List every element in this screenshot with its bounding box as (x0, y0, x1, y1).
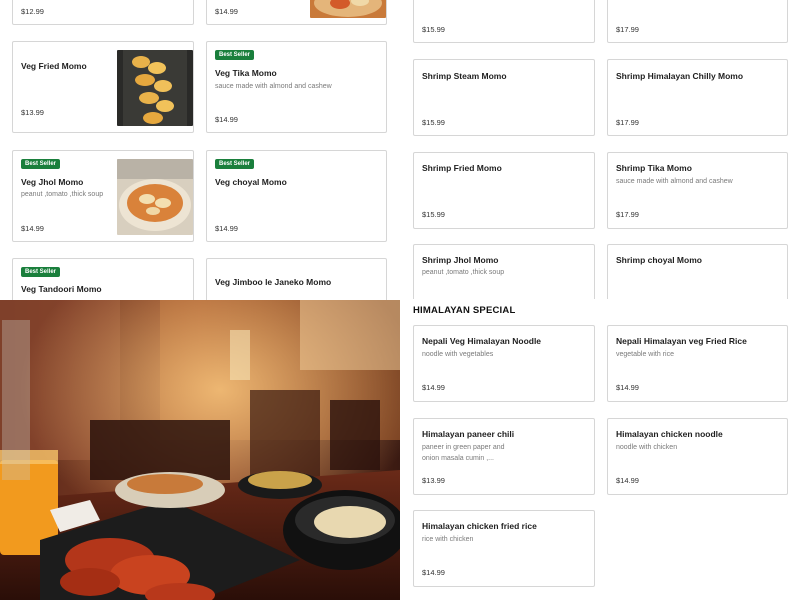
menu-card-nepali-himalayan-veg-fried-rice[interactable]: Nepali Himalayan veg Fried Rice vegetabl… (607, 325, 788, 402)
item-price: $14.99 (215, 115, 238, 124)
item-price: $13.99 (422, 476, 445, 485)
menu-card-top-left[interactable]: $12.99 (12, 0, 194, 25)
item-price: $13.99 (21, 108, 44, 117)
item-name: Veg Tandoori Momo (21, 284, 102, 294)
item-description: sauce made with almond and cashew (215, 83, 332, 90)
menu-card-himalayan-chicken-fried-rice[interactable]: Himalayan chicken fried rice rice with c… (413, 510, 595, 587)
item-name: Nepali Veg Himalayan Noodle (422, 336, 542, 346)
item-price: $14.99 (422, 568, 445, 577)
item-description: paneer in green paper and onion masala c… (422, 444, 505, 462)
item-description: rice with chicken (422, 536, 474, 543)
item-price: $15.99 (422, 25, 445, 34)
item-price: $15.99 (422, 118, 445, 127)
item-description: vegetable with rice (616, 351, 674, 358)
best-seller-badge: Best Seller (21, 159, 61, 169)
item-description: noodle with chicken (616, 444, 678, 451)
item-name: Shrimp Tika Momo (616, 163, 692, 173)
item-name: Veg choyal Momo (215, 177, 287, 187)
menu-card-himalayan-paneer-chili[interactable]: Himalayan paneer chili paneer in green p… (413, 418, 595, 495)
menu-card-shrimp-choyal-momo[interactable]: Shrimp choyal Momo (607, 244, 788, 304)
jhol-momo-photo (117, 159, 193, 235)
item-name: Shrimp Jhol Momo (422, 255, 499, 265)
restaurant-dining-photo (0, 300, 400, 600)
food-photo (310, 0, 386, 18)
item-name: Shrimp Fried Momo (422, 163, 502, 173)
item-name: Veg Jimboo le Janeko Momo (215, 277, 332, 287)
item-description: peanut ,tomato ,thick soup (422, 269, 505, 276)
menu-card-shrimp-himalayan-chilly-momo[interactable]: Shrimp Himalayan Chilly Momo $17.99 (607, 59, 788, 136)
item-price: $17.99 (616, 118, 639, 127)
menu-card-veg-fried-momo[interactable]: Veg Fried Momo $13.99 (12, 41, 194, 133)
item-price: $15.99 (422, 210, 445, 219)
item-name: Nepali Himalayan veg Fried Rice (616, 336, 747, 346)
menu-card-shrimp-steam-momo[interactable]: Shrimp Steam Momo $15.99 (413, 59, 595, 136)
menu-card-top-right-1[interactable]: $15.99 (413, 0, 595, 43)
menu-card-veg-tika-momo[interactable]: Best Seller Veg Tika Momo sauce made wit… (206, 41, 387, 133)
fried-momo-photo (117, 50, 193, 126)
item-price: $14.99 (215, 224, 238, 233)
best-seller-badge: Best Seller (21, 267, 61, 277)
item-price: $14.99 (215, 7, 238, 16)
item-name: Himalayan chicken fried rice (422, 521, 537, 531)
menu-card-shrimp-tika-momo[interactable]: Shrimp Tika Momo sauce made with almond … (607, 152, 788, 229)
item-description: noodle with vegetables (422, 351, 494, 358)
menu-card-veg-jhol-momo[interactable]: Best Seller Veg Jhol Momo peanut ,tomato… (12, 150, 194, 242)
menu-card-nepali-veg-himalayan-noodle[interactable]: Nepali Veg Himalayan Noodle noodle with … (413, 325, 595, 402)
item-price: $12.99 (21, 7, 44, 16)
item-name: Shrimp Steam Momo (422, 71, 507, 81)
menu-card-shrimp-jhol-momo[interactable]: Shrimp Jhol Momo peanut ,tomato ,thick s… (413, 244, 595, 304)
item-name: Veg Jhol Momo (21, 177, 84, 187)
section-title-himalayan-special: HIMALAYAN SPECIAL (413, 305, 516, 316)
item-price: $14.99 (616, 383, 639, 392)
item-name: Himalayan paneer chili (422, 429, 515, 439)
menu-card-top-mid[interactable]: $14.99 (206, 0, 387, 25)
menu-card-top-right-2[interactable]: $17.99 (607, 0, 788, 43)
menu-card-shrimp-fried-momo[interactable]: Shrimp Fried Momo $15.99 (413, 152, 595, 229)
menu-card-veg-choyal-momo[interactable]: Best Seller Veg choyal Momo $14.99 (206, 150, 387, 242)
item-name: Veg Fried Momo (21, 61, 87, 71)
item-price: $17.99 (616, 25, 639, 34)
item-price: $14.99 (616, 476, 639, 485)
best-seller-badge: Best Seller (215, 50, 255, 60)
item-price: $14.99 (422, 383, 445, 392)
item-name: Veg Tika Momo (215, 68, 277, 78)
item-description: sauce made with almond and cashew (616, 178, 733, 185)
menu-card-himalayan-chicken-noodle[interactable]: Himalayan chicken noodle noodle with chi… (607, 418, 788, 495)
item-name: Shrimp choyal Momo (616, 255, 702, 265)
item-name: Himalayan chicken noodle (616, 429, 723, 439)
item-price: $14.99 (21, 224, 44, 233)
item-description: peanut ,tomato ,thick soup (21, 191, 104, 198)
item-name: Shrimp Himalayan Chilly Momo (616, 71, 744, 81)
best-seller-badge: Best Seller (215, 159, 255, 169)
item-price: $17.99 (616, 210, 639, 219)
